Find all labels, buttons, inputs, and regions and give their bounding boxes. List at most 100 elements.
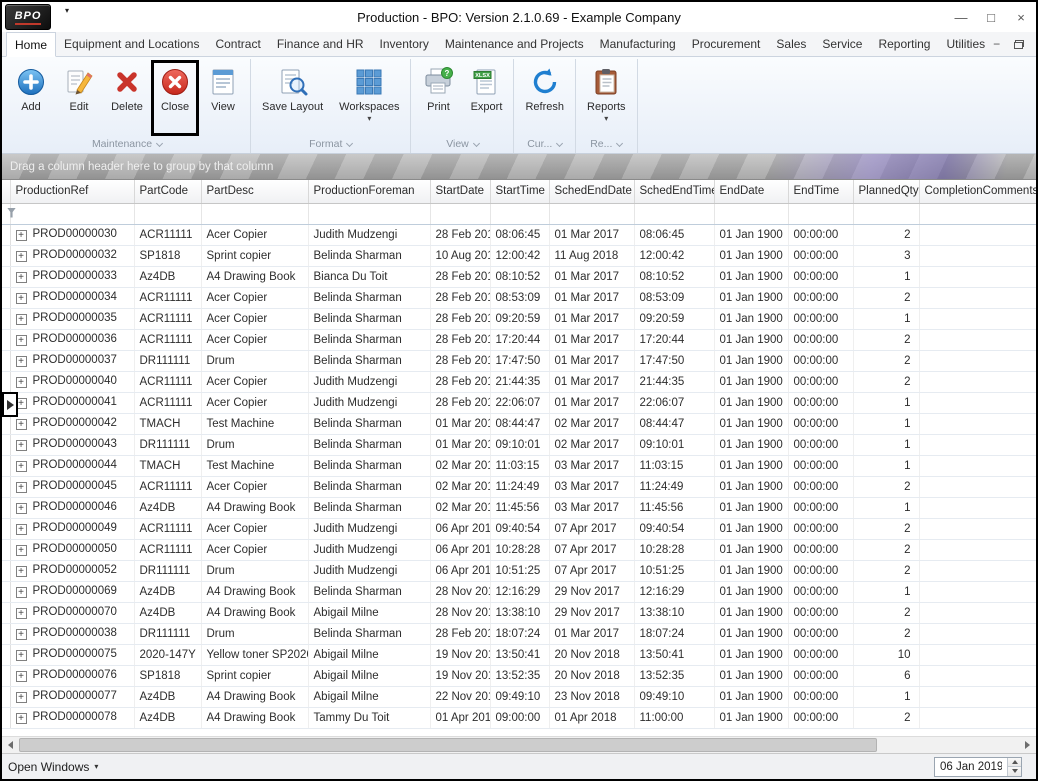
cell-enddate[interactable]: 01 Jan 1900 [714, 539, 789, 561]
date-input[interactable] [935, 757, 1007, 776]
filter-cell-startdate[interactable] [430, 203, 491, 225]
cell-schedendtime[interactable]: 11:00:00 [634, 707, 715, 729]
cell-partcode[interactable]: Az4DB [134, 266, 202, 288]
cell-plannedqty[interactable]: 3 [853, 245, 920, 267]
view-button[interactable]: View [202, 63, 244, 133]
cell-starttime[interactable]: 12:00:42 [490, 245, 550, 267]
cell-starttime[interactable]: 11:24:49 [490, 476, 550, 498]
cell-endtime[interactable]: 00:00:00 [788, 560, 854, 582]
tab-maintenance-and-projects[interactable]: Maintenance and Projects [437, 32, 592, 56]
cell-productionref[interactable]: PROD00000036 [10, 329, 135, 351]
cell-partdesc[interactable]: Acer Copier [201, 224, 309, 246]
expand-icon[interactable] [15, 587, 27, 598]
cell-partcode[interactable]: TMACH [134, 455, 202, 477]
mdi-minimize-icon[interactable]: − [993, 37, 1000, 51]
cell-schedendtime[interactable]: 13:52:35 [634, 665, 715, 687]
cell-schedendtime[interactable]: 13:38:10 [634, 602, 715, 624]
cell-completioncomments[interactable] [919, 329, 1036, 351]
cell-completioncomments[interactable] [919, 644, 1036, 666]
cell-productionref[interactable]: PROD00000040 [10, 371, 135, 393]
column-header-enddate[interactable]: EndDate [714, 180, 789, 204]
cell-schedendtime[interactable]: 09:20:59 [634, 308, 715, 330]
cell-productionref[interactable]: PROD00000070 [10, 602, 135, 624]
cell-schedendtime[interactable]: 12:00:42 [634, 245, 715, 267]
cell-endtime[interactable]: 00:00:00 [788, 476, 854, 498]
cell-schedenddate[interactable]: 23 Nov 2018 [549, 686, 635, 708]
cell-startdate[interactable]: 02 Mar 2017 [430, 497, 491, 519]
cell-plannedqty[interactable]: 2 [853, 539, 920, 561]
cell-productionforeman[interactable]: Judith Mudzengi [308, 392, 431, 414]
cell-partdesc[interactable]: Acer Copier [201, 308, 309, 330]
cell-partdesc[interactable]: Acer Copier [201, 476, 309, 498]
cell-productionref[interactable]: PROD00000038 [10, 623, 135, 645]
cell-partdesc[interactable]: Yellow toner SP2020 [201, 644, 309, 666]
edit-button[interactable]: Edit [58, 63, 100, 133]
cell-productionref[interactable]: PROD00000075 [10, 644, 135, 666]
expand-icon[interactable] [15, 482, 27, 493]
cell-endtime[interactable]: 00:00:00 [788, 665, 854, 687]
column-header-productionref[interactable]: ProductionRef [10, 180, 135, 204]
cell-productionforeman[interactable]: Belinda Sharman [308, 329, 431, 351]
cell-starttime[interactable]: 11:45:56 [490, 497, 550, 519]
cell-starttime[interactable]: 10:28:28 [490, 539, 550, 561]
cell-schedendtime[interactable]: 21:44:35 [634, 371, 715, 393]
cell-productionforeman[interactable]: Belinda Sharman [308, 308, 431, 330]
cell-startdate[interactable]: 10 Aug 2018 [430, 245, 491, 267]
cell-productionref[interactable]: PROD00000032 [10, 245, 135, 267]
filter-cell-endtime[interactable] [788, 203, 854, 225]
cell-enddate[interactable]: 01 Jan 1900 [714, 350, 789, 372]
filter-cell-partdesc[interactable] [201, 203, 309, 225]
cell-schedenddate[interactable]: 29 Nov 2017 [549, 602, 635, 624]
cell-schedenddate[interactable]: 20 Nov 2018 [549, 644, 635, 666]
grid-row[interactable]: PROD00000040 ACR11111Acer CopierJudith Mu… [2, 371, 1036, 393]
filter-cell-completioncomments[interactable] [919, 203, 1036, 225]
cell-startdate[interactable]: 06 Apr 2017 [430, 518, 491, 540]
cell-plannedqty[interactable]: 2 [853, 623, 920, 645]
cell-plannedqty[interactable]: 2 [853, 224, 920, 246]
cell-schedendtime[interactable]: 11:24:49 [634, 476, 715, 498]
cell-enddate[interactable]: 01 Jan 1900 [714, 581, 789, 603]
tab-inventory[interactable]: Inventory [372, 32, 437, 56]
cell-schedenddate[interactable]: 03 Mar 2017 [549, 455, 635, 477]
spin-down-button[interactable] [1008, 767, 1021, 776]
cell-completioncomments[interactable] [919, 245, 1036, 267]
grid-row[interactable]: PROD00000030 ACR11111Acer CopierJudith Mu… [2, 224, 1036, 246]
column-header-startdate[interactable]: StartDate [430, 180, 491, 204]
cell-enddate[interactable]: 01 Jan 1900 [714, 224, 789, 246]
cell-enddate[interactable]: 01 Jan 1900 [714, 686, 789, 708]
cell-schedendtime[interactable]: 08:44:47 [634, 413, 715, 435]
cell-productionforeman[interactable]: Judith Mudzengi [308, 371, 431, 393]
grid-row[interactable]: PROD00000037DR111111DrumBelinda Sharman2… [2, 350, 1036, 372]
cell-startdate[interactable]: 28 Feb 2017 [430, 308, 491, 330]
grid-row[interactable]: PROD00000045 ACR11111Acer CopierBelinda S… [2, 476, 1036, 498]
cell-completioncomments[interactable] [919, 581, 1036, 603]
workspaces-button[interactable]: Workspaces ▾ [334, 63, 404, 133]
expand-icon[interactable] [15, 440, 27, 451]
grid-row[interactable]: PROD00000046 Az4DBA4 Drawing BookBelinda … [2, 497, 1036, 519]
cell-partcode[interactable]: Az4DB [134, 581, 202, 603]
cell-productionforeman[interactable]: Judith Mudzengi [308, 539, 431, 561]
grid-row[interactable]: PROD00000034 ACR11111Acer CopierBelinda S… [2, 287, 1036, 309]
expand-icon[interactable] [15, 524, 27, 535]
cell-productionref[interactable]: PROD00000041 [10, 392, 135, 414]
horizontal-scrollbar[interactable] [2, 736, 1036, 753]
cell-schedendtime[interactable]: 08:53:09 [634, 287, 715, 309]
cell-starttime[interactable]: 08:44:47 [490, 413, 550, 435]
cell-productionref[interactable]: PROD00000069 [10, 581, 135, 603]
cell-starttime[interactable]: 17:20:44 [490, 329, 550, 351]
group-collapse-icon[interactable] [156, 139, 164, 147]
cell-starttime[interactable]: 09:10:01 [490, 434, 550, 456]
cell-completioncomments[interactable] [919, 266, 1036, 288]
cell-productionref[interactable]: PROD00000044 [10, 455, 135, 477]
cell-completioncomments[interactable] [919, 686, 1036, 708]
cell-completioncomments[interactable] [919, 602, 1036, 624]
cell-starttime[interactable]: 11:03:15 [490, 455, 550, 477]
cell-partdesc[interactable]: Test Machine [201, 455, 309, 477]
cell-partdesc[interactable]: Acer Copier [201, 287, 309, 309]
cell-schedendtime[interactable]: 10:28:28 [634, 539, 715, 561]
cell-partcode[interactable]: ACR11111 [134, 308, 202, 330]
cell-partdesc[interactable]: A4 Drawing Book [201, 707, 309, 729]
grid-row[interactable]: PROD00000077 Az4DBA4 Drawing BookAbigail … [2, 686, 1036, 708]
cell-startdate[interactable]: 06 Apr 2017 [430, 560, 491, 582]
cell-schedendtime[interactable]: 10:51:25 [634, 560, 715, 582]
